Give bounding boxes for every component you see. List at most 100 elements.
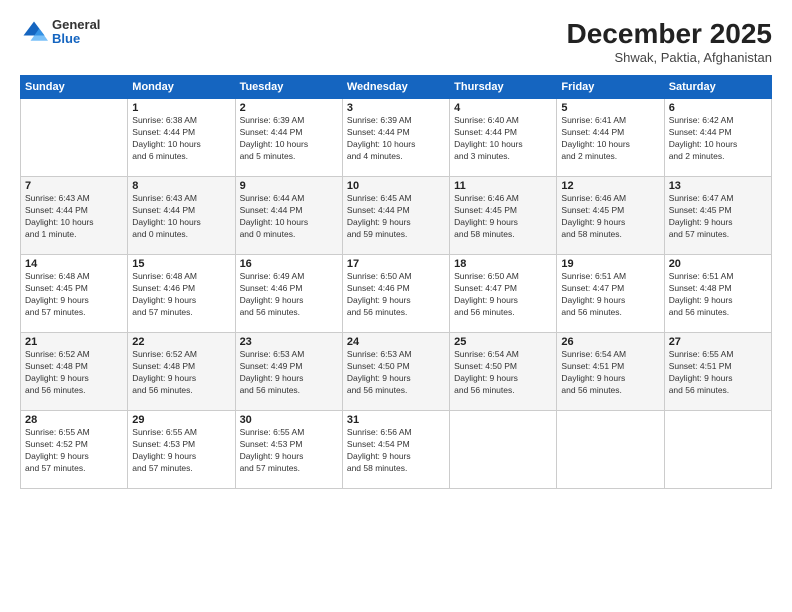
day-number: 7 — [25, 180, 123, 192]
day-info: Sunrise: 6:49 AM Sunset: 4:46 PM Dayligh… — [240, 271, 338, 319]
day-info: Sunrise: 6:44 AM Sunset: 4:44 PM Dayligh… — [240, 193, 338, 241]
calendar-table: SundayMondayTuesdayWednesdayThursdayFrid… — [20, 75, 772, 489]
header: General Blue December 2025 Shwak, Paktia… — [20, 18, 772, 65]
calendar-cell: 1Sunrise: 6:38 AM Sunset: 4:44 PM Daylig… — [128, 99, 235, 177]
calendar-cell: 20Sunrise: 6:51 AM Sunset: 4:48 PM Dayli… — [664, 255, 771, 333]
calendar-cell: 28Sunrise: 6:55 AM Sunset: 4:52 PM Dayli… — [21, 411, 128, 489]
day-number: 24 — [347, 336, 445, 348]
calendar-cell: 17Sunrise: 6:50 AM Sunset: 4:46 PM Dayli… — [342, 255, 449, 333]
day-info: Sunrise: 6:50 AM Sunset: 4:46 PM Dayligh… — [347, 271, 445, 319]
day-number: 9 — [240, 180, 338, 192]
day-info: Sunrise: 6:54 AM Sunset: 4:51 PM Dayligh… — [561, 349, 659, 397]
day-number: 19 — [561, 258, 659, 270]
calendar-cell: 19Sunrise: 6:51 AM Sunset: 4:47 PM Dayli… — [557, 255, 664, 333]
calendar-cell: 21Sunrise: 6:52 AM Sunset: 4:48 PM Dayli… — [21, 333, 128, 411]
day-info: Sunrise: 6:42 AM Sunset: 4:44 PM Dayligh… — [669, 115, 767, 163]
calendar-cell: 29Sunrise: 6:55 AM Sunset: 4:53 PM Dayli… — [128, 411, 235, 489]
calendar-week-1: 7Sunrise: 6:43 AM Sunset: 4:44 PM Daylig… — [21, 177, 772, 255]
day-info: Sunrise: 6:45 AM Sunset: 4:44 PM Dayligh… — [347, 193, 445, 241]
calendar-cell: 22Sunrise: 6:52 AM Sunset: 4:48 PM Dayli… — [128, 333, 235, 411]
day-info: Sunrise: 6:47 AM Sunset: 4:45 PM Dayligh… — [669, 193, 767, 241]
calendar-week-4: 28Sunrise: 6:55 AM Sunset: 4:52 PM Dayli… — [21, 411, 772, 489]
logo-icon — [20, 18, 48, 46]
day-info: Sunrise: 6:41 AM Sunset: 4:44 PM Dayligh… — [561, 115, 659, 163]
day-info: Sunrise: 6:48 AM Sunset: 4:46 PM Dayligh… — [132, 271, 230, 319]
page: General Blue December 2025 Shwak, Paktia… — [0, 0, 792, 612]
calendar-cell: 18Sunrise: 6:50 AM Sunset: 4:47 PM Dayli… — [450, 255, 557, 333]
calendar-header-friday: Friday — [557, 76, 664, 99]
calendar-cell: 10Sunrise: 6:45 AM Sunset: 4:44 PM Dayli… — [342, 177, 449, 255]
day-number: 6 — [669, 102, 767, 114]
calendar-cell: 26Sunrise: 6:54 AM Sunset: 4:51 PM Dayli… — [557, 333, 664, 411]
calendar-cell — [664, 411, 771, 489]
day-info: Sunrise: 6:46 AM Sunset: 4:45 PM Dayligh… — [454, 193, 552, 241]
day-number: 23 — [240, 336, 338, 348]
calendar-cell — [450, 411, 557, 489]
day-number: 26 — [561, 336, 659, 348]
day-number: 1 — [132, 102, 230, 114]
calendar-header-saturday: Saturday — [664, 76, 771, 99]
day-info: Sunrise: 6:46 AM Sunset: 4:45 PM Dayligh… — [561, 193, 659, 241]
day-info: Sunrise: 6:55 AM Sunset: 4:52 PM Dayligh… — [25, 427, 123, 475]
calendar-cell: 7Sunrise: 6:43 AM Sunset: 4:44 PM Daylig… — [21, 177, 128, 255]
logo-text: General Blue — [52, 18, 100, 47]
day-number: 28 — [25, 414, 123, 426]
calendar-header-sunday: Sunday — [21, 76, 128, 99]
calendar-cell: 13Sunrise: 6:47 AM Sunset: 4:45 PM Dayli… — [664, 177, 771, 255]
calendar-cell: 5Sunrise: 6:41 AM Sunset: 4:44 PM Daylig… — [557, 99, 664, 177]
day-number: 4 — [454, 102, 552, 114]
day-number: 22 — [132, 336, 230, 348]
calendar-cell: 25Sunrise: 6:54 AM Sunset: 4:50 PM Dayli… — [450, 333, 557, 411]
logo: General Blue — [20, 18, 100, 47]
day-number: 12 — [561, 180, 659, 192]
day-number: 30 — [240, 414, 338, 426]
day-info: Sunrise: 6:40 AM Sunset: 4:44 PM Dayligh… — [454, 115, 552, 163]
day-info: Sunrise: 6:53 AM Sunset: 4:50 PM Dayligh… — [347, 349, 445, 397]
calendar-header-tuesday: Tuesday — [235, 76, 342, 99]
calendar-cell: 6Sunrise: 6:42 AM Sunset: 4:44 PM Daylig… — [664, 99, 771, 177]
day-info: Sunrise: 6:43 AM Sunset: 4:44 PM Dayligh… — [132, 193, 230, 241]
day-number: 18 — [454, 258, 552, 270]
day-number: 20 — [669, 258, 767, 270]
calendar-week-0: 1Sunrise: 6:38 AM Sunset: 4:44 PM Daylig… — [21, 99, 772, 177]
calendar-cell: 11Sunrise: 6:46 AM Sunset: 4:45 PM Dayli… — [450, 177, 557, 255]
day-number: 16 — [240, 258, 338, 270]
day-number: 29 — [132, 414, 230, 426]
day-info: Sunrise: 6:50 AM Sunset: 4:47 PM Dayligh… — [454, 271, 552, 319]
day-info: Sunrise: 6:51 AM Sunset: 4:48 PM Dayligh… — [669, 271, 767, 319]
calendar-cell: 9Sunrise: 6:44 AM Sunset: 4:44 PM Daylig… — [235, 177, 342, 255]
calendar-cell: 12Sunrise: 6:46 AM Sunset: 4:45 PM Dayli… — [557, 177, 664, 255]
calendar-cell: 14Sunrise: 6:48 AM Sunset: 4:45 PM Dayli… — [21, 255, 128, 333]
day-info: Sunrise: 6:51 AM Sunset: 4:47 PM Dayligh… — [561, 271, 659, 319]
day-info: Sunrise: 6:55 AM Sunset: 4:53 PM Dayligh… — [240, 427, 338, 475]
month-title: December 2025 — [567, 18, 772, 50]
day-number: 27 — [669, 336, 767, 348]
location: Shwak, Paktia, Afghanistan — [567, 50, 772, 65]
day-number: 5 — [561, 102, 659, 114]
calendar-week-3: 21Sunrise: 6:52 AM Sunset: 4:48 PM Dayli… — [21, 333, 772, 411]
day-number: 13 — [669, 180, 767, 192]
calendar-week-2: 14Sunrise: 6:48 AM Sunset: 4:45 PM Dayli… — [21, 255, 772, 333]
calendar-cell: 30Sunrise: 6:55 AM Sunset: 4:53 PM Dayli… — [235, 411, 342, 489]
calendar-cell — [21, 99, 128, 177]
day-number: 10 — [347, 180, 445, 192]
calendar-cell: 4Sunrise: 6:40 AM Sunset: 4:44 PM Daylig… — [450, 99, 557, 177]
day-info: Sunrise: 6:43 AM Sunset: 4:44 PM Dayligh… — [25, 193, 123, 241]
calendar-cell: 23Sunrise: 6:53 AM Sunset: 4:49 PM Dayli… — [235, 333, 342, 411]
calendar-cell: 15Sunrise: 6:48 AM Sunset: 4:46 PM Dayli… — [128, 255, 235, 333]
calendar-cell: 2Sunrise: 6:39 AM Sunset: 4:44 PM Daylig… — [235, 99, 342, 177]
day-info: Sunrise: 6:39 AM Sunset: 4:44 PM Dayligh… — [347, 115, 445, 163]
day-number: 15 — [132, 258, 230, 270]
calendar-header-row: SundayMondayTuesdayWednesdayThursdayFrid… — [21, 76, 772, 99]
day-number: 31 — [347, 414, 445, 426]
calendar-cell: 8Sunrise: 6:43 AM Sunset: 4:44 PM Daylig… — [128, 177, 235, 255]
day-info: Sunrise: 6:55 AM Sunset: 4:53 PM Dayligh… — [132, 427, 230, 475]
day-number: 3 — [347, 102, 445, 114]
calendar-cell: 31Sunrise: 6:56 AM Sunset: 4:54 PM Dayli… — [342, 411, 449, 489]
day-info: Sunrise: 6:52 AM Sunset: 4:48 PM Dayligh… — [132, 349, 230, 397]
calendar-header-monday: Monday — [128, 76, 235, 99]
day-number: 2 — [240, 102, 338, 114]
calendar-cell: 3Sunrise: 6:39 AM Sunset: 4:44 PM Daylig… — [342, 99, 449, 177]
day-info: Sunrise: 6:38 AM Sunset: 4:44 PM Dayligh… — [132, 115, 230, 163]
day-number: 14 — [25, 258, 123, 270]
